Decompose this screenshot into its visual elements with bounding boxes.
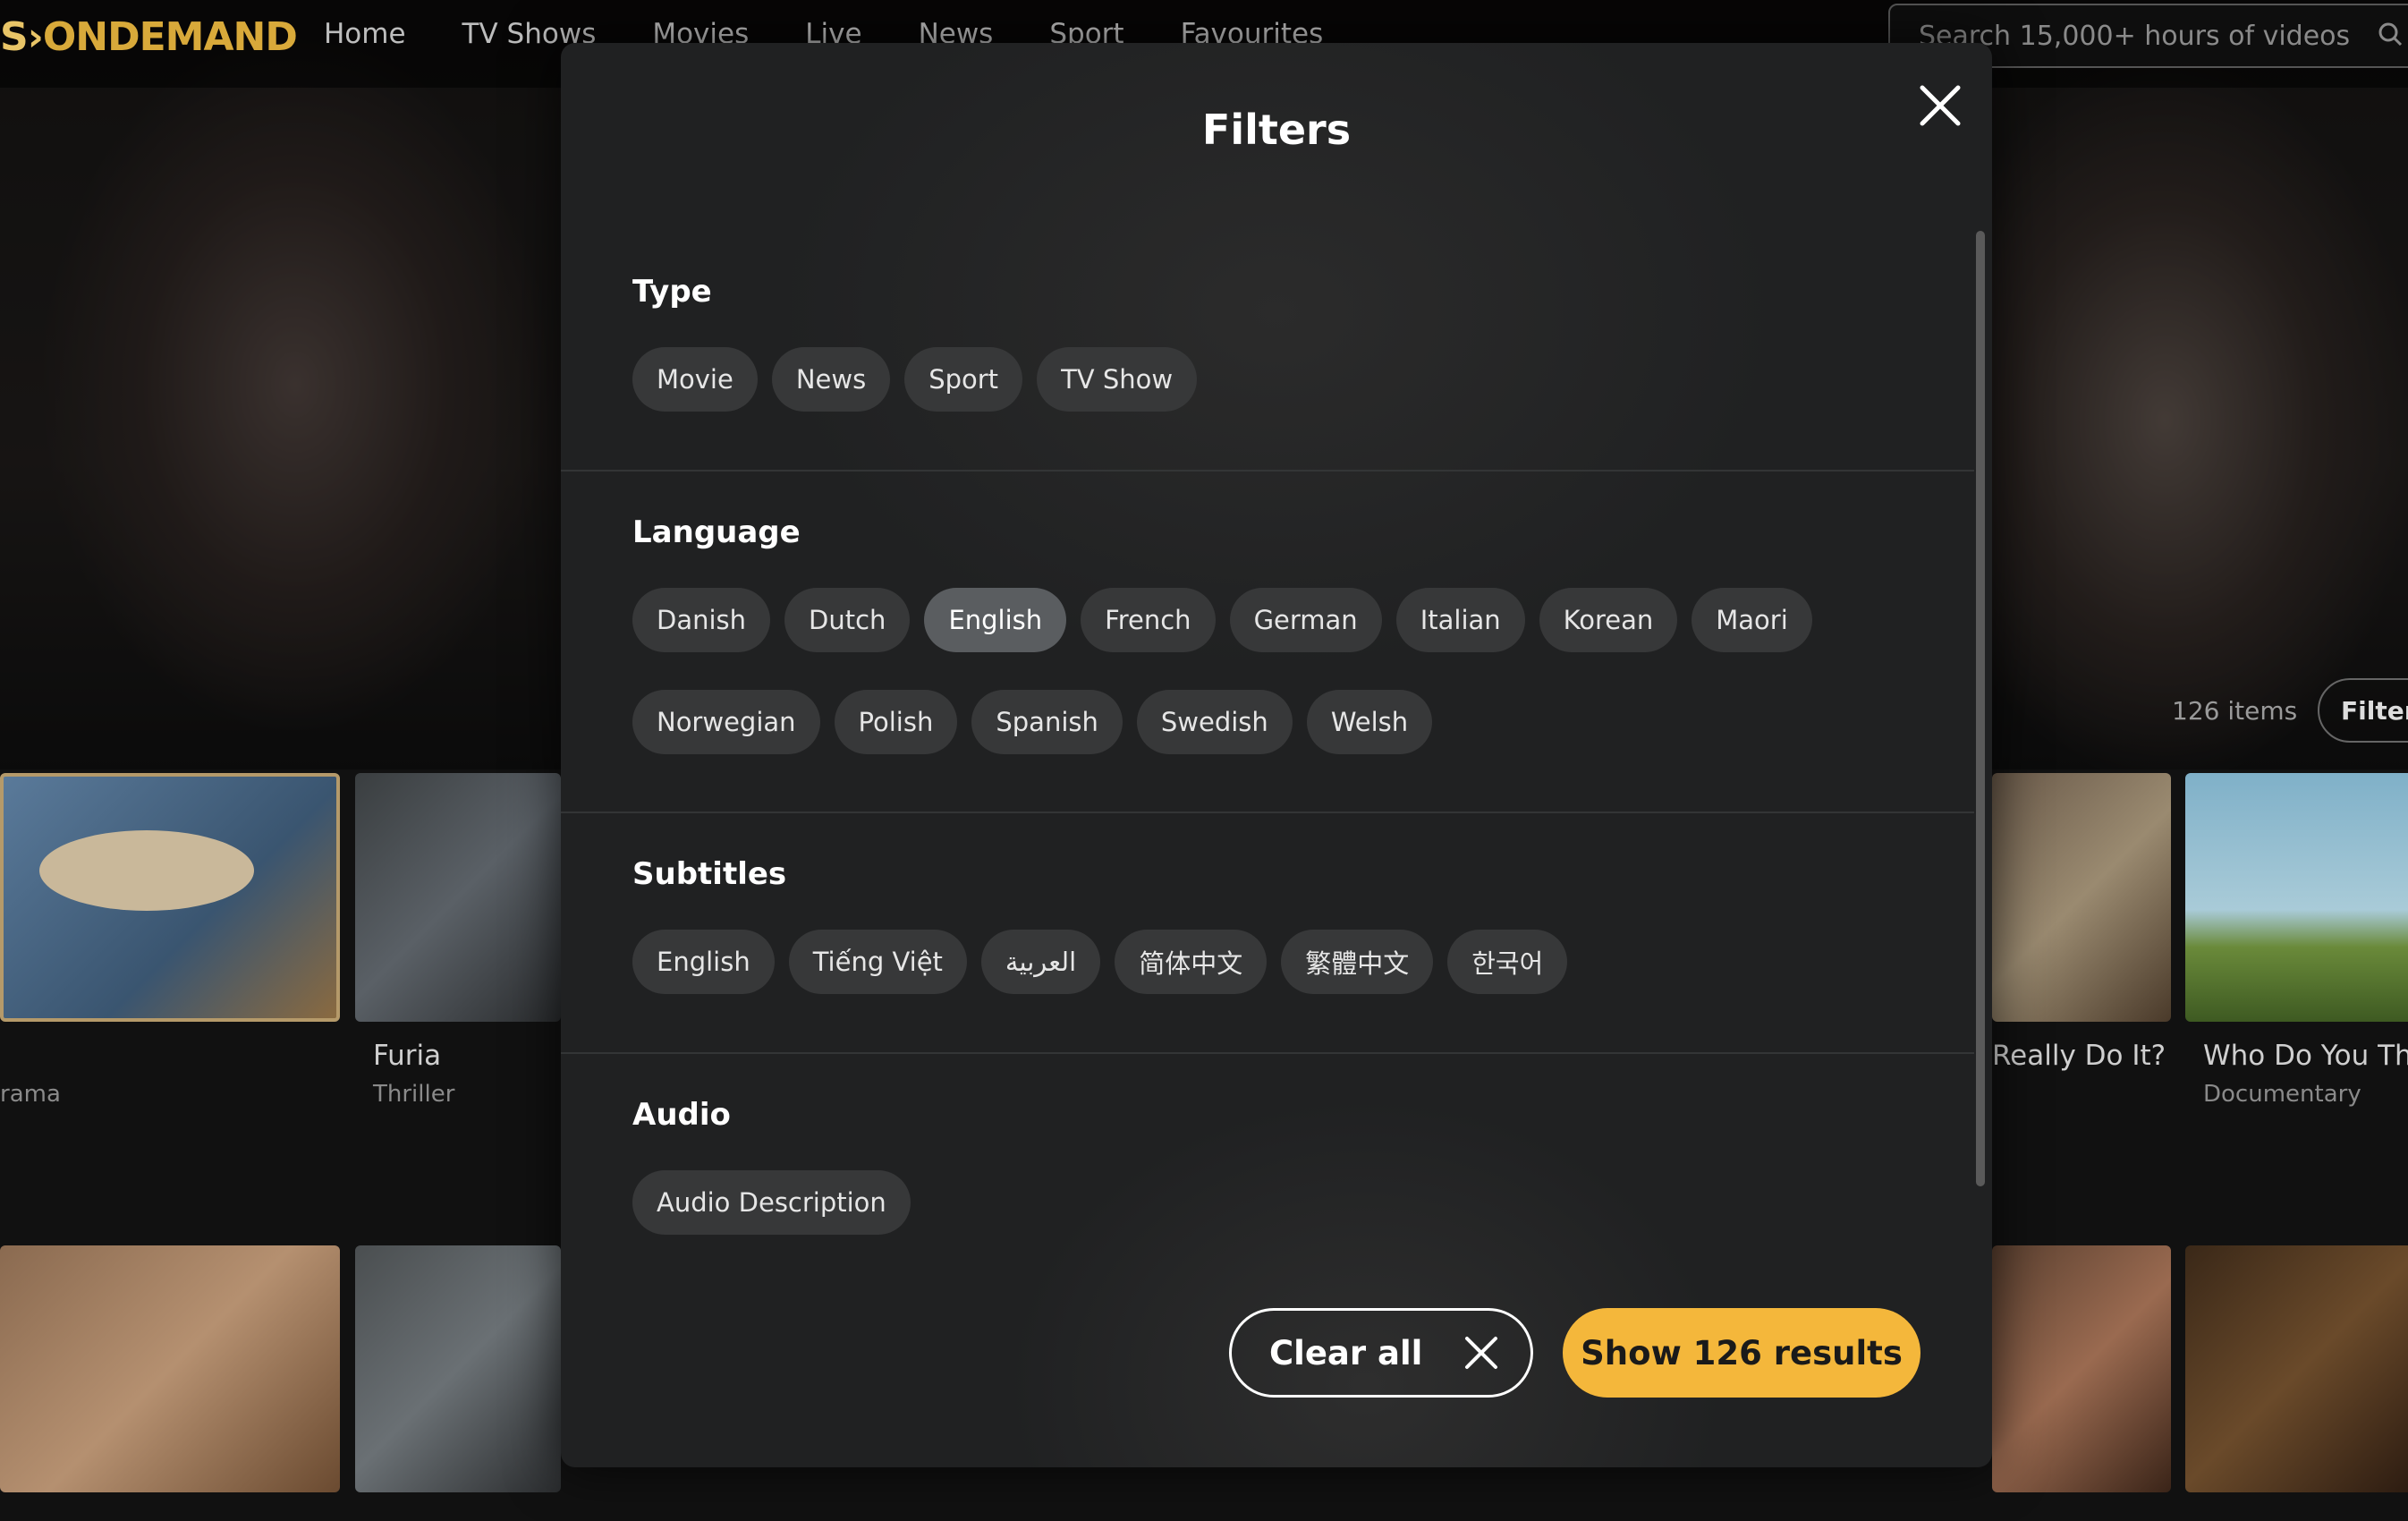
chip-group: English Tiếng Việt العربية 简体中文 繁體中文 한국어 — [632, 930, 1581, 994]
card-row2-3[interactable] — [1992, 1245, 2171, 1492]
modal-title: Filters — [1201, 106, 1352, 154]
chip-spanish[interactable]: Spanish — [971, 690, 1123, 754]
search-icon[interactable] — [2378, 21, 2403, 47]
card-subtitle: Thriller — [373, 1081, 455, 1108]
section-divider — [561, 1052, 1974, 1054]
close-icon[interactable] — [1915, 81, 1965, 131]
chip-subtitle-traditional-chinese[interactable]: 繁體中文 — [1281, 930, 1434, 994]
chip-maori[interactable]: Maori — [1692, 588, 1812, 652]
chip-danish[interactable]: Danish — [632, 588, 771, 652]
card-title: Really Do It? — [1992, 1040, 2166, 1072]
chip-dutch[interactable]: Dutch — [784, 588, 911, 652]
section-title: Type — [632, 274, 712, 310]
card-row2-4[interactable] — [2185, 1245, 2408, 1492]
section-divider — [561, 811, 1974, 813]
chip-welsh[interactable]: Welsh — [1306, 690, 1433, 754]
modal-scrollbar[interactable] — [1976, 231, 1985, 1186]
site-logo[interactable]: S›ONDEMAND — [0, 14, 298, 60]
chip-audio-description[interactable]: Audio Description — [632, 1170, 911, 1235]
section-title: Audio — [632, 1097, 731, 1133]
section-type: Type Movie News Sport TV Show — [632, 274, 1198, 412]
close-icon — [1465, 1337, 1497, 1369]
chip-italian[interactable]: Italian — [1395, 588, 1525, 652]
chip-swedish[interactable]: Swedish — [1136, 690, 1293, 754]
chip-tv-show[interactable]: TV Show — [1037, 347, 1198, 412]
card-fargo[interactable] — [0, 773, 340, 1022]
chip-subtitle-arabic[interactable]: العربية — [980, 930, 1101, 994]
card-subtitle: rama — [0, 1081, 61, 1108]
chip-group: Danish Dutch English French German Itali… — [632, 588, 1827, 652]
chip-subtitle-korean[interactable]: 한국어 — [1447, 930, 1568, 994]
items-count: 126 items — [2172, 696, 2298, 726]
chip-korean[interactable]: Korean — [1539, 588, 1678, 652]
nav-home[interactable]: Home — [324, 18, 406, 50]
card-who-do-you-think[interactable] — [2185, 773, 2408, 1022]
clear-all-label: Clear all — [1269, 1333, 1423, 1372]
chip-movie[interactable]: Movie — [632, 347, 758, 412]
show-results-button[interactable]: Show 126 results — [1563, 1308, 1920, 1398]
section-title: Subtitles — [632, 856, 787, 892]
section-divider — [561, 470, 1974, 472]
chip-german[interactable]: German — [1229, 588, 1382, 652]
section-subtitles: Subtitles English Tiếng Việt العربية 简体中… — [632, 856, 1568, 994]
card-row2-2[interactable] — [355, 1245, 561, 1492]
chip-subtitle-vietnamese[interactable]: Tiếng Việt — [788, 930, 967, 994]
section-audio: Audio Audio Description — [632, 1097, 911, 1235]
chip-polish[interactable]: Polish — [834, 690, 958, 754]
chip-news[interactable]: News — [771, 347, 891, 412]
clear-all-button[interactable]: Clear all — [1229, 1308, 1533, 1398]
chip-french[interactable]: French — [1081, 588, 1216, 652]
chip-sport[interactable]: Sport — [904, 347, 1023, 412]
section-title: Language — [632, 514, 801, 550]
card-title: Who Do You Thi — [2203, 1040, 2408, 1072]
card-furia[interactable] — [355, 773, 561, 1022]
chip-subtitle-english[interactable]: English — [632, 930, 775, 994]
chip-group: Movie News Sport TV Show — [632, 347, 1211, 412]
card-row2-1[interactable] — [0, 1245, 340, 1492]
chip-english-selected[interactable]: English — [924, 588, 1067, 652]
section-language: Language Danish Dutch English French Ger… — [632, 514, 1812, 754]
card-title: Furia — [373, 1040, 442, 1072]
fargo-artwork — [39, 830, 254, 911]
filter-button[interactable]: Filter — [2318, 678, 2408, 743]
chip-subtitle-simplified-chinese[interactable]: 简体中文 — [1115, 930, 1268, 994]
chip-group: Norwegian Polish Spanish Swedish Welsh — [632, 690, 1446, 754]
chip-group: Audio Description — [632, 1170, 925, 1235]
card-really-do-it[interactable] — [1992, 773, 2171, 1022]
card-subtitle: Documentary — [2203, 1081, 2361, 1108]
filters-modal: Filters Type Movie News Sport TV Show La… — [561, 43, 1992, 1467]
chip-norwegian[interactable]: Norwegian — [632, 690, 820, 754]
